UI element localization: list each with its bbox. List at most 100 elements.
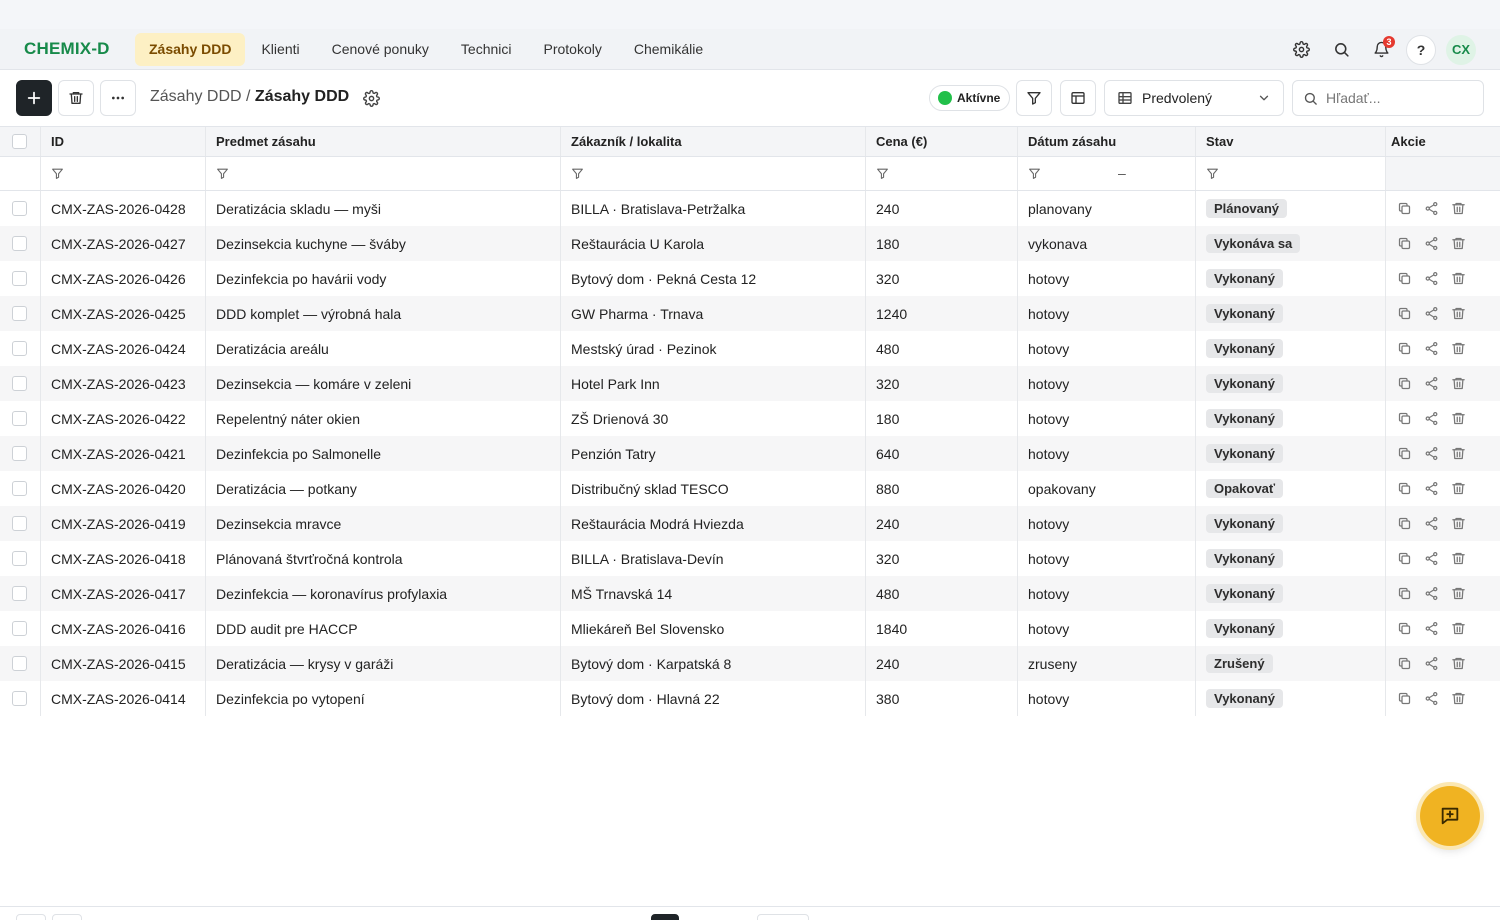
row-checkbox[interactable]	[12, 621, 27, 636]
user-avatar[interactable]: CX	[1446, 34, 1476, 65]
filter-cell-id[interactable]	[41, 157, 206, 190]
copy-icon[interactable]	[1397, 691, 1412, 706]
copy-icon[interactable]	[1397, 446, 1412, 461]
trash-icon[interactable]	[1451, 236, 1466, 251]
share-icon[interactable]	[1424, 551, 1439, 566]
row-checkbox[interactable]	[12, 586, 27, 601]
trash-icon[interactable]	[1451, 691, 1466, 706]
table-row[interactable]: CMX-ZAS-2026-0426 Dezinfekcia po havárii…	[0, 261, 1500, 296]
delete-button[interactable]	[58, 80, 94, 116]
help-button[interactable]: ?	[1406, 34, 1436, 65]
column-header-customer[interactable]: Zákazník / lokalita	[561, 127, 866, 156]
share-icon[interactable]	[1424, 586, 1439, 601]
table-row[interactable]: CMX-ZAS-2026-0425 DDD komplet — výrobná …	[0, 296, 1500, 331]
table-row[interactable]: CMX-ZAS-2026-0423 Dezinsekcia — komáre v…	[0, 366, 1500, 401]
row-checkbox[interactable]	[12, 551, 27, 566]
trash-icon[interactable]	[1451, 446, 1466, 461]
table-row[interactable]: CMX-ZAS-2026-0424 Deratizácia areálu Mes…	[0, 331, 1500, 366]
share-icon[interactable]	[1424, 446, 1439, 461]
row-checkbox[interactable]	[12, 516, 27, 531]
column-header-date[interactable]: Dátum zásahu	[1018, 127, 1196, 156]
share-icon[interactable]	[1424, 516, 1439, 531]
copy-icon[interactable]	[1397, 271, 1412, 286]
row-checkbox[interactable]	[12, 306, 27, 321]
gear-icon[interactable]	[1286, 35, 1316, 65]
trash-icon[interactable]	[1451, 656, 1466, 671]
trash-icon[interactable]	[1451, 481, 1466, 496]
share-icon[interactable]	[1424, 201, 1439, 216]
pagination-first-button[interactable]	[16, 914, 46, 920]
columns-button[interactable]	[1060, 80, 1096, 116]
share-icon[interactable]	[1424, 656, 1439, 671]
table-row[interactable]: CMX-ZAS-2026-0416 DDD audit pre HACCP Ml…	[0, 611, 1500, 646]
filter-cell-customer[interactable]	[561, 157, 866, 190]
trash-icon[interactable]	[1451, 586, 1466, 601]
pagination-current-page[interactable]	[651, 914, 679, 920]
filter-cell-date[interactable]: –	[1018, 157, 1196, 190]
table-row[interactable]: CMX-ZAS-2026-0414 Dezinfekcia po vytopen…	[0, 681, 1500, 716]
trash-icon[interactable]	[1451, 411, 1466, 426]
row-checkbox[interactable]	[12, 201, 27, 216]
share-icon[interactable]	[1424, 271, 1439, 286]
trash-icon[interactable]	[1451, 551, 1466, 566]
filter-cell-subject[interactable]	[206, 157, 561, 190]
copy-icon[interactable]	[1397, 236, 1412, 251]
brand-logo[interactable]: CHEMIX-D	[24, 39, 110, 59]
table-row[interactable]: CMX-ZAS-2026-0427 Dezinsekcia kuchyne — …	[0, 226, 1500, 261]
view-selector[interactable]: Predvolený	[1104, 80, 1284, 116]
trash-icon[interactable]	[1451, 306, 1466, 321]
copy-icon[interactable]	[1397, 586, 1412, 601]
row-checkbox[interactable]	[12, 691, 27, 706]
nav-item-chemikalie[interactable]: Chemikálie	[618, 33, 719, 66]
copy-icon[interactable]	[1397, 376, 1412, 391]
add-button[interactable]	[16, 80, 52, 116]
copy-icon[interactable]	[1397, 201, 1412, 216]
table-row[interactable]: CMX-ZAS-2026-0422 Repelentný náter okien…	[0, 401, 1500, 436]
trash-icon[interactable]	[1451, 621, 1466, 636]
feedback-button[interactable]	[1420, 786, 1480, 846]
table-row[interactable]: CMX-ZAS-2026-0418 Plánovaná štvrťročná k…	[0, 541, 1500, 576]
page-size-select[interactable]	[757, 914, 809, 920]
row-checkbox[interactable]	[12, 656, 27, 671]
copy-icon[interactable]	[1397, 481, 1412, 496]
share-icon[interactable]	[1424, 376, 1439, 391]
row-checkbox[interactable]	[12, 236, 27, 251]
breadcrumb-parent[interactable]: Zásahy DDD	[150, 88, 242, 105]
search-input[interactable]	[1326, 90, 1466, 106]
bell-icon[interactable]: 3	[1366, 35, 1396, 65]
column-header-status[interactable]: Stav	[1196, 127, 1386, 156]
share-icon[interactable]	[1424, 411, 1439, 426]
column-header-id[interactable]: ID	[41, 127, 206, 156]
row-checkbox[interactable]	[12, 271, 27, 286]
row-checkbox[interactable]	[12, 376, 27, 391]
share-icon[interactable]	[1424, 691, 1439, 706]
share-icon[interactable]	[1424, 481, 1439, 496]
column-header-price[interactable]: Cena (€)	[866, 127, 1018, 156]
table-row[interactable]: CMX-ZAS-2026-0421 Dezinfekcia po Salmone…	[0, 436, 1500, 471]
nav-item-klienti[interactable]: Klienti	[245, 33, 315, 66]
trash-icon[interactable]	[1451, 271, 1466, 286]
copy-icon[interactable]	[1397, 656, 1412, 671]
share-icon[interactable]	[1424, 236, 1439, 251]
search-icon[interactable]	[1326, 35, 1356, 65]
table-row[interactable]: CMX-ZAS-2026-0417 Dezinfekcia — koronaví…	[0, 576, 1500, 611]
row-checkbox[interactable]	[12, 446, 27, 461]
trash-icon[interactable]	[1451, 516, 1466, 531]
nav-item-cenove-ponuky[interactable]: Cenové ponuky	[316, 33, 445, 66]
pagination-prev-button[interactable]	[52, 914, 82, 920]
table-row[interactable]: CMX-ZAS-2026-0420 Deratizácia — potkany …	[0, 471, 1500, 506]
table-row[interactable]: CMX-ZAS-2026-0419 Dezinsekcia mravce Reš…	[0, 506, 1500, 541]
trash-icon[interactable]	[1451, 341, 1466, 356]
copy-icon[interactable]	[1397, 621, 1412, 636]
active-status-toggle[interactable]: Aktívne	[929, 85, 1011, 111]
row-checkbox[interactable]	[12, 341, 27, 356]
row-checkbox[interactable]	[12, 481, 27, 496]
table-row[interactable]: CMX-ZAS-2026-0428 Deratizácia skladu — m…	[0, 191, 1500, 226]
copy-icon[interactable]	[1397, 551, 1412, 566]
row-checkbox[interactable]	[12, 411, 27, 426]
share-icon[interactable]	[1424, 306, 1439, 321]
nav-item-technici[interactable]: Technici	[445, 33, 528, 66]
trash-icon[interactable]	[1451, 201, 1466, 216]
column-header-subject[interactable]: Predmet zásahu	[206, 127, 561, 156]
filter-button[interactable]	[1016, 80, 1052, 116]
